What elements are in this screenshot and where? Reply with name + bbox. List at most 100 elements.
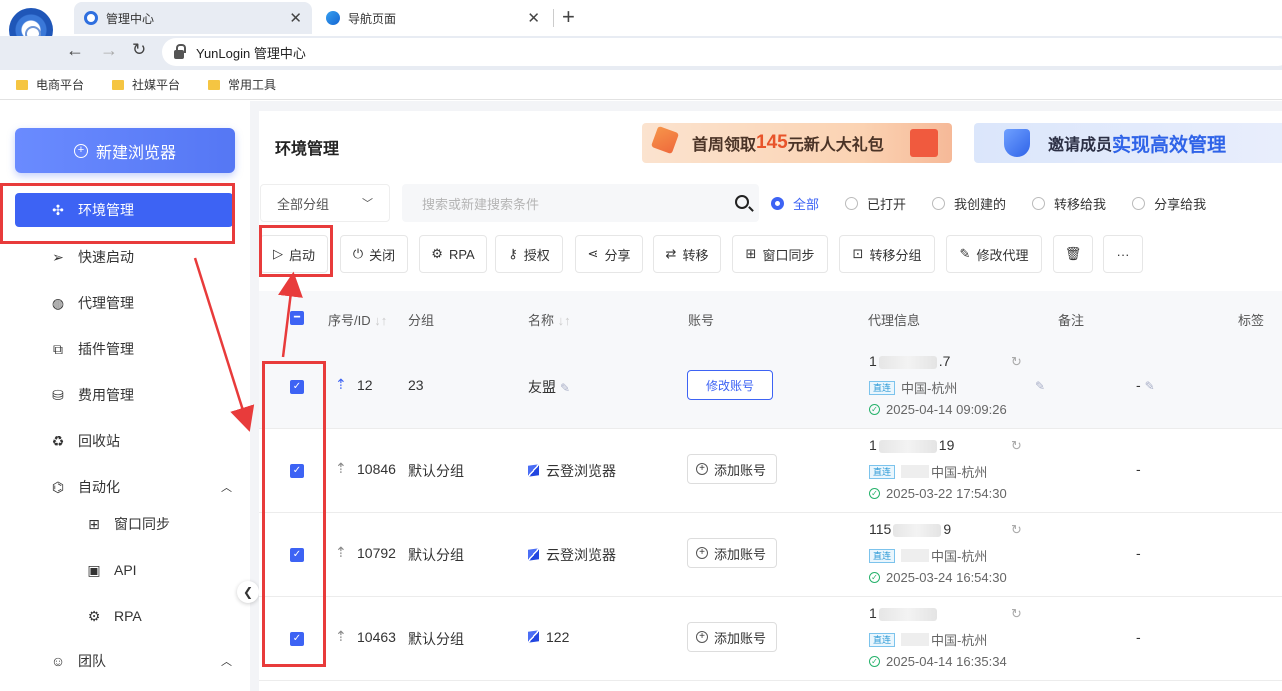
button-label: 添加账号 — [714, 462, 767, 478]
header-id[interactable]: 序号/ID ↓↑ — [328, 310, 387, 329]
direct-badge: 直连 — [869, 632, 896, 647]
refresh-icon[interactable]: ↻ — [1011, 522, 1022, 538]
proxy-location: 直连 中国-杭州 — [869, 378, 957, 397]
sidebar-item-label: API — [114, 562, 137, 578]
ip-redacted — [878, 355, 937, 369]
rpa-button[interactable]: ⚙ RPA — [419, 235, 487, 273]
refresh-icon[interactable]: ↻ — [1011, 606, 1022, 622]
tab-title: 导航页面 — [348, 11, 397, 26]
select-all-checkbox[interactable]: ━ — [290, 311, 304, 325]
location-text: 中国-杭州 — [931, 549, 988, 564]
filter-created-by-me[interactable]: 我创建的 — [932, 194, 1006, 213]
search-icon[interactable] — [735, 195, 749, 209]
sort-icon[interactable]: ↓↑ — [374, 313, 387, 328]
row-id: 10792 — [357, 545, 396, 561]
header-tag: 标签 — [1238, 313, 1265, 328]
sidebar-item-team[interactable]: ☺ 团队 ︿ — [0, 638, 250, 684]
tab-management-center[interactable]: 管理中心 ✕ — [74, 2, 312, 34]
sidebar-item-window-sync[interactable]: ⊞ 窗口同步 — [0, 501, 250, 547]
automation-icon: ⌬ — [51, 478, 65, 495]
refresh-icon[interactable]: ↻ — [1011, 354, 1022, 370]
location-text: 中国-杭州 — [901, 381, 958, 396]
search-input[interactable]: 搜索或新建搜索条件 — [402, 184, 759, 222]
group-select[interactable]: 全部分组 ﹀ — [260, 184, 390, 222]
shield-icon — [1004, 129, 1030, 157]
sidebar-item-api[interactable]: ▣ API — [0, 547, 250, 593]
tab-navigation-page[interactable]: 导航页面 ✕ — [316, 2, 550, 34]
edit-proxy-button[interactable]: ✎ 修改代理 — [946, 235, 1042, 273]
table-row[interactable]: ✓ ⇡ 10846 默认分组 云登浏览器 + 添加账号 1 19 ↻ 直连 中国-杭州… — [259, 429, 1282, 513]
trash-icon: 🗑 — [1064, 246, 1082, 261]
add-account-button[interactable]: + 添加账号 — [687, 454, 778, 484]
table-row[interactable]: ✓ ⇡ 12 23 友盟 ✎ 修改账号 1.7 ↻ 直连 中国-杭州 ✎ ✓ 2025… — [259, 345, 1282, 429]
reload-icon[interactable]: ↻ — [132, 40, 146, 60]
radio-icon — [845, 196, 859, 210]
row-name: 友盟 ✎ — [528, 377, 570, 397]
sidebar-item-proxy[interactable]: ◍ 代理管理 — [0, 280, 250, 326]
location-redacted — [901, 549, 930, 562]
bookmark-ecommerce[interactable]: 电商平台 — [16, 76, 84, 93]
filter-label: 转移给我 — [1054, 196, 1107, 212]
tab-divider — [553, 9, 554, 27]
refresh-icon[interactable]: ↻ — [1011, 438, 1022, 454]
chevron-up-icon[interactable]: ︿ — [221, 479, 232, 495]
filter-shared-to-me[interactable]: 分享给我 — [1132, 194, 1206, 213]
pin-icon[interactable]: ⇡ — [335, 460, 347, 477]
time-text: 2025-03-22 17:54:30 — [886, 486, 1007, 501]
bookmark-social[interactable]: 社媒平台 — [112, 76, 180, 93]
edit-account-button[interactable]: 修改账号 — [687, 370, 773, 400]
header-label: 名称 — [528, 313, 555, 328]
more-button[interactable]: ··· — [1103, 235, 1143, 273]
check-circle-icon: ✓ — [869, 656, 880, 667]
delete-button[interactable]: 🗑 — [1053, 235, 1093, 273]
share-button[interactable]: ⋖ 分享 — [575, 235, 643, 273]
pin-icon[interactable]: ⇡ — [335, 376, 347, 393]
bookmarks-bar: 电商平台 社媒平台 常用工具 — [0, 70, 1282, 100]
sidebar-item-label: 窗口同步 — [114, 516, 170, 532]
promo-banner-gift[interactable]: 首周领取 145 元新人大礼包 — [642, 123, 952, 163]
bookmark-tools[interactable]: 常用工具 — [208, 76, 276, 93]
add-account-button[interactable]: + 添加账号 — [687, 622, 778, 652]
sidebar-item-rpa[interactable]: ⚙ RPA — [0, 593, 250, 639]
sidebar-item-label: 插件管理 — [78, 341, 134, 357]
authorize-button[interactable]: ⚷ 授权 — [495, 235, 563, 273]
filter-label: 已打开 — [867, 196, 907, 212]
url-field[interactable]: YunLogin 管理中心 — [162, 38, 1282, 66]
sort-icon[interactable]: ↓↑ — [558, 313, 571, 328]
close-button[interactable]: ⏻ 关闭 — [340, 235, 408, 273]
direct-badge: 直连 — [869, 548, 896, 563]
promo-banner-invite[interactable]: 邀请成员 实现高效管理 — [974, 123, 1282, 163]
transfer-group-button[interactable]: ⊡ 转移分组 — [839, 235, 935, 273]
add-account-button[interactable]: + 添加账号 — [687, 538, 778, 568]
chevron-up-icon[interactable]: ︿ — [221, 653, 232, 669]
collapse-sidebar-button[interactable]: ❮ — [237, 581, 259, 603]
proxy-location: 直连 中国-杭州 — [869, 630, 987, 649]
table-row[interactable]: ✓ ⇡ 10463 默认分组 122 + 添加账号 1 ↻ 直连 中国-杭州 ✓ 20… — [259, 597, 1282, 681]
filter-all[interactable]: 全部 — [771, 194, 819, 213]
window-sync-button[interactable]: ⊞ 窗口同步 — [732, 235, 828, 273]
table-row[interactable]: ✓ ⇡ 10792 默认分组 云登浏览器 + 添加账号 115 9 ↻ 直连 中国-杭… — [259, 513, 1282, 597]
close-tab-icon[interactable]: ✕ — [527, 9, 540, 27]
filter-label: 我创建的 — [954, 196, 1007, 212]
transfer-button[interactable]: ⇄ 转移 — [653, 235, 721, 273]
recycle-icon: ♻ — [51, 432, 65, 449]
back-icon[interactable]: ← — [66, 40, 84, 61]
table-header: ━ 序号/ID ↓↑ 分组 名称 ↓↑ 账号 代理信息 备注 标签 — [259, 291, 1282, 345]
pin-icon[interactable]: ⇡ — [335, 628, 347, 645]
close-tab-icon[interactable]: ✕ — [289, 9, 302, 27]
forward-icon[interactable]: → — [100, 40, 118, 61]
filter-transferred-to-me[interactable]: 转移给我 — [1032, 194, 1106, 213]
new-browser-button[interactable]: + 新建浏览器 — [15, 128, 235, 173]
new-tab-icon[interactable]: + — [562, 4, 575, 30]
filter-opened[interactable]: 已打开 — [845, 194, 906, 213]
pin-icon[interactable]: ⇡ — [335, 544, 347, 561]
sidebar-item-recycle[interactable]: ♻ 回收站 — [0, 418, 250, 464]
row-group: 默认分组 — [408, 631, 464, 647]
edit-icon[interactable]: ✎ — [560, 381, 570, 395]
header-name[interactable]: 名称 ↓↑ — [528, 310, 571, 329]
edit-icon[interactable]: ✎ — [1145, 379, 1155, 393]
edit-icon[interactable]: ✎ — [1035, 379, 1045, 393]
row-name-text: 云登浏览器 — [546, 547, 616, 563]
sidebar-item-billing[interactable]: ⛁ 费用管理 — [0, 372, 250, 418]
sidebar-item-plugins[interactable]: ⧉ 插件管理 — [0, 326, 250, 372]
